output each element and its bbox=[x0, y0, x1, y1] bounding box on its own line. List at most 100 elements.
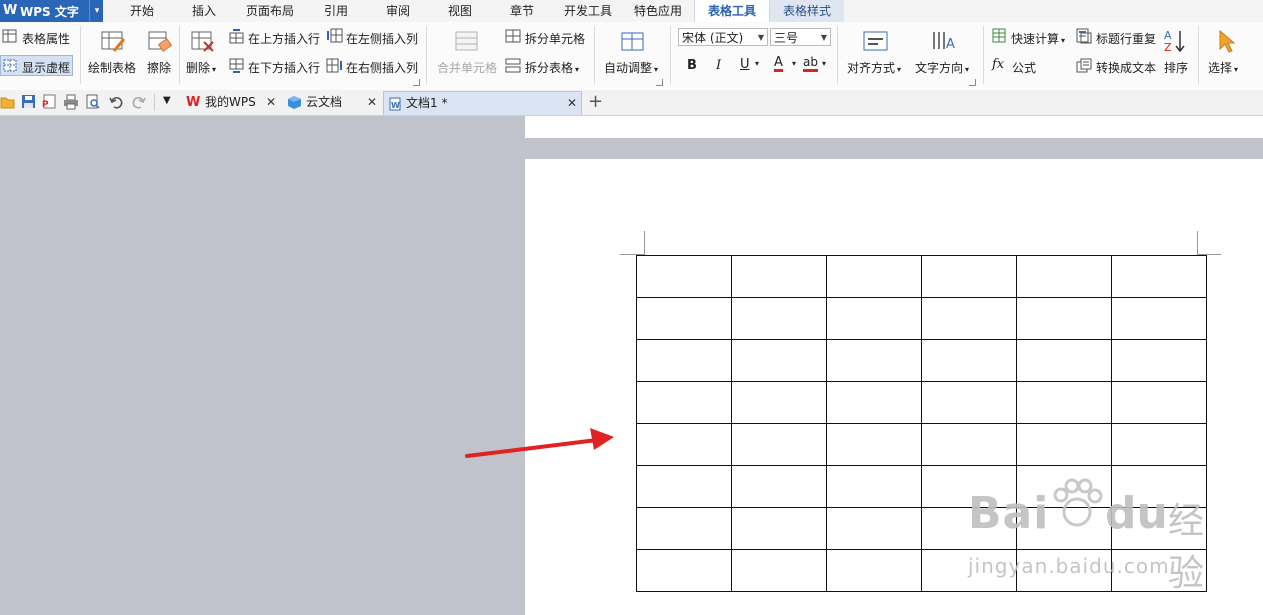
split-table-button[interactable]: 拆分表格 ▾ bbox=[525, 59, 579, 76]
close-icon[interactable]: ✕ bbox=[567, 92, 577, 115]
erase-button[interactable]: 擦除 bbox=[147, 59, 171, 76]
print-preview-icon[interactable] bbox=[85, 94, 101, 110]
tab-insert[interactable]: 插入 bbox=[176, 0, 232, 22]
delete-button[interactable]: 删除 ▾ bbox=[186, 59, 216, 76]
tab-review[interactable]: 审阅 bbox=[370, 0, 426, 22]
quick-access-dropdown-icon[interactable]: ▼ bbox=[163, 95, 171, 106]
doc-tab-document1[interactable]: W 文档1 * ✕ bbox=[383, 91, 582, 115]
table-cell[interactable] bbox=[731, 381, 827, 424]
table-cell[interactable] bbox=[1016, 297, 1112, 340]
auto-fit-button[interactable]: 自动调整 ▾ bbox=[604, 59, 658, 76]
formula-button[interactable]: 公式 bbox=[1012, 59, 1036, 76]
table-cell[interactable] bbox=[921, 297, 1017, 340]
tab-chapter[interactable]: 章节 bbox=[494, 0, 550, 22]
alignment-button[interactable]: 对齐方式 ▾ bbox=[847, 59, 901, 76]
table-cell[interactable] bbox=[921, 423, 1017, 466]
doc-tab-cloud-docs[interactable]: 云文档 ✕ bbox=[283, 91, 380, 114]
app-menu-button[interactable]: W WPS 文字 ▾ bbox=[0, 0, 103, 22]
select-button[interactable]: 选择 ▾ bbox=[1208, 59, 1238, 76]
chevron-down-icon[interactable]: ▾ bbox=[755, 59, 759, 68]
save-icon[interactable] bbox=[21, 94, 37, 110]
table-cell[interactable] bbox=[731, 507, 827, 550]
close-icon[interactable]: ✕ bbox=[266, 91, 276, 114]
table-cell[interactable] bbox=[731, 465, 827, 508]
insert-column-left-button[interactable]: 在左侧插入列 bbox=[346, 30, 418, 47]
tab-start[interactable]: 开始 bbox=[113, 0, 171, 22]
table-cell[interactable] bbox=[826, 507, 922, 550]
table-cell[interactable] bbox=[826, 255, 922, 298]
sort-button[interactable]: 排序 bbox=[1164, 59, 1188, 76]
underline-button[interactable]: U bbox=[740, 57, 750, 72]
table-cell[interactable] bbox=[636, 255, 732, 298]
table-cell[interactable] bbox=[636, 549, 732, 592]
new-tab-button[interactable]: + bbox=[588, 90, 603, 114]
convert-to-text-button[interactable]: 转换成文本 bbox=[1096, 59, 1156, 76]
chevron-down-icon[interactable]: ▾ bbox=[89, 0, 104, 22]
table-cell[interactable] bbox=[636, 507, 732, 550]
table-cell[interactable] bbox=[636, 339, 732, 382]
tab-table-styles[interactable]: 表格样式 bbox=[770, 0, 844, 22]
draw-table-button[interactable]: 绘制表格 bbox=[88, 59, 136, 76]
table-cell[interactable] bbox=[636, 381, 732, 424]
table-cell[interactable] bbox=[1111, 423, 1207, 466]
font-size-select[interactable]: 三号 ▼ bbox=[770, 28, 831, 46]
table-cell[interactable] bbox=[826, 297, 922, 340]
chevron-down-icon[interactable]: ▾ bbox=[822, 59, 826, 68]
close-icon[interactable]: ✕ bbox=[367, 91, 377, 114]
table-cell[interactable] bbox=[1016, 381, 1112, 424]
table-cell[interactable] bbox=[921, 339, 1017, 382]
table-cell[interactable] bbox=[1111, 255, 1207, 298]
bold-button[interactable]: B bbox=[687, 58, 697, 73]
table-cell[interactable] bbox=[1016, 423, 1112, 466]
table-cell[interactable] bbox=[1111, 381, 1207, 424]
quick-calc-button[interactable]: 快速计算 ▾ bbox=[1011, 30, 1065, 47]
table-cell[interactable] bbox=[1111, 297, 1207, 340]
table-cell[interactable] bbox=[826, 423, 922, 466]
tab-references[interactable]: 引用 bbox=[308, 0, 364, 22]
show-gridlines-button[interactable]: 显示虚框 bbox=[0, 55, 73, 76]
table-cell[interactable] bbox=[731, 339, 827, 382]
dialog-launcher-icon[interactable] bbox=[656, 79, 663, 86]
repeat-header-button[interactable]: 标题行重复 bbox=[1096, 30, 1156, 47]
highlight-button[interactable]: ab bbox=[803, 56, 818, 72]
print-icon[interactable] bbox=[63, 94, 79, 110]
table-cell[interactable] bbox=[731, 255, 827, 298]
text-direction-button[interactable]: 文字方向 ▾ bbox=[915, 59, 969, 76]
doc-tab-my-wps[interactable]: W 我的WPS ✕ bbox=[182, 91, 279, 114]
tab-page-layout[interactable]: 页面布局 bbox=[238, 0, 302, 22]
table-cell[interactable] bbox=[921, 255, 1017, 298]
redo-icon[interactable] bbox=[131, 94, 147, 110]
undo-icon[interactable] bbox=[108, 94, 124, 110]
table-cell[interactable] bbox=[636, 423, 732, 466]
table-cell[interactable] bbox=[826, 381, 922, 424]
chevron-down-icon[interactable]: ▾ bbox=[792, 59, 796, 68]
split-cells-button[interactable]: 拆分单元格 bbox=[525, 30, 585, 47]
table-cell[interactable] bbox=[636, 465, 732, 508]
table-cell[interactable] bbox=[826, 339, 922, 382]
tab-developer[interactable]: 开发工具 bbox=[556, 0, 620, 22]
table-cell[interactable] bbox=[921, 381, 1017, 424]
table-cell[interactable] bbox=[731, 297, 827, 340]
table-cell[interactable] bbox=[1016, 339, 1112, 382]
insert-column-right-button[interactable]: 在右侧插入列 bbox=[346, 59, 418, 76]
table-cell[interactable] bbox=[826, 465, 922, 508]
dialog-launcher-icon[interactable] bbox=[413, 79, 420, 86]
table-cell[interactable] bbox=[636, 297, 732, 340]
tab-view[interactable]: 视图 bbox=[432, 0, 488, 22]
merge-cells-button[interactable]: 合并单元格 bbox=[437, 59, 497, 76]
dialog-launcher-icon[interactable] bbox=[969, 79, 976, 86]
table-cell[interactable] bbox=[731, 423, 827, 466]
italic-button[interactable]: I bbox=[716, 58, 721, 73]
tab-table-tools[interactable]: 表格工具 bbox=[694, 0, 770, 22]
table-cell[interactable] bbox=[731, 549, 827, 592]
table-cell[interactable] bbox=[1016, 255, 1112, 298]
font-name-select[interactable]: 宋体 (正文) ▼ bbox=[678, 28, 768, 46]
table-properties-button[interactable]: 表格属性 bbox=[22, 30, 70, 47]
insert-row-below-button[interactable]: 在下方插入行 bbox=[248, 59, 320, 76]
table-cell[interactable] bbox=[826, 549, 922, 592]
open-folder-icon[interactable] bbox=[0, 94, 16, 110]
table-cell[interactable] bbox=[1111, 339, 1207, 382]
insert-row-above-button[interactable]: 在上方插入行 bbox=[248, 30, 320, 47]
tab-special[interactable]: 特色应用 bbox=[626, 0, 690, 22]
font-color-button[interactable]: A bbox=[774, 56, 783, 72]
